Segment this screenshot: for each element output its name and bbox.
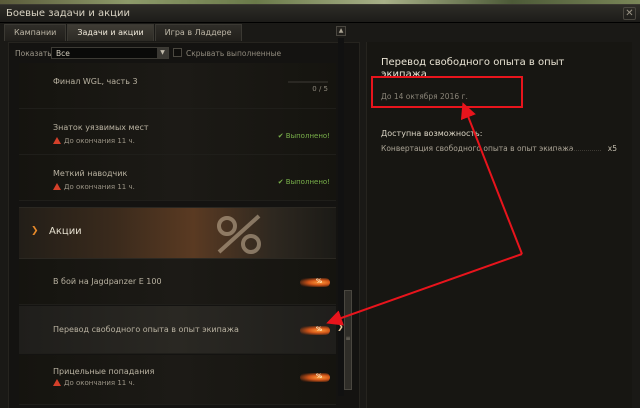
discount-badge: % [300,373,330,382]
title-bar: Боевые задачи и акции ✕ [0,5,640,23]
quest-title: Финал WGL, часть 3 [53,77,138,86]
close-button[interactable]: ✕ [623,7,636,20]
scrollbar-thumb[interactable]: ≡ [344,290,352,390]
tab-quests-actions[interactable]: Задачи и акции [67,24,154,41]
reward-name: Конвертация свободного опыта в опыт экип… [381,144,574,153]
time-remaining: До окончания 11 ч. [53,379,135,387]
filter-dropdown[interactable]: Все ▼ [51,47,169,59]
progress-bar [288,81,328,83]
completed-status: ✔ Выполнено! [277,132,330,140]
discount-badge: % [300,278,330,287]
progress-text: 0 / 5 [312,85,328,93]
scroll-up-button[interactable]: ▲ [336,26,346,36]
reward-multiplier: x5 [607,144,617,153]
quests-window: Боевые задачи и акции ✕ Кампании Задачи … [0,4,640,408]
chevron-down-icon[interactable]: ❯ [31,226,39,236]
grip-icon: ≡ [345,335,351,342]
quest-item-wgl-final[interactable]: Финал WGL, часть 3 0 / 5 [19,63,336,109]
warning-icon [53,379,61,386]
hide-completed-checkbox[interactable] [173,48,182,57]
action-item-free-xp-conversion[interactable]: Перевод свободного опыта в опыт экипажа … [19,306,336,354]
warning-icon [53,183,61,190]
hide-completed-label[interactable]: Скрывать выполненные [186,49,281,58]
selection-arrow-icon: ❯ [337,322,344,331]
percent-emblem-icon [217,214,261,254]
actions-section-header[interactable]: ❯ Акции [19,207,336,259]
quest-item-weak-spots[interactable]: Знаток уязвимых мест До окончания 11 ч. … [19,109,336,155]
action-item-precise-hits[interactable]: Прицельные попадания До окончания 11 ч. … [19,355,336,405]
tab-campaigns[interactable]: Кампании [4,24,67,41]
tab-ladder[interactable]: Игра в Ладдере [154,24,242,41]
action-title: В бой на Jagdpanzer E 100 [53,277,162,286]
annotation-highlight-box [371,76,523,108]
divider [549,150,601,151]
action-item-jagdpanzer[interactable]: В бой на Jagdpanzer E 100 % [19,259,336,305]
section-title: Акции [49,226,82,237]
available-label: Доступна возможность: [381,129,483,138]
filter-selected-value: Все [56,49,70,58]
action-title: Прицельные попадания [53,367,155,376]
time-remaining: До окончания 11 ч. [53,137,135,145]
quest-title: Меткий наводчик [53,169,128,178]
show-label: Показать: [15,49,55,58]
reward-row: Конвертация свободного опыта в опыт экип… [381,144,617,156]
quest-list-panel: Показать: Все ▼ Скрывать выполненные Фин… [8,42,360,408]
discount-badge: % [300,326,330,335]
quest-item-sharpshooter[interactable]: Меткий наводчик До окончания 11 ч. ✔ Вып… [19,155,336,201]
warning-icon [53,137,61,144]
completed-status: ✔ Выполнено! [277,178,330,186]
time-remaining: До окончания 11 ч. [53,183,135,191]
quest-list: Финал WGL, часть 3 0 / 5 Знаток уязвимых… [19,63,336,408]
action-title: Перевод свободного опыта в опыт экипажа [53,325,239,334]
window-title: Боевые задачи и акции [6,8,130,19]
quest-title: Знаток уязвимых мест [53,123,149,132]
tab-bar: Кампании Задачи и акции Игра в Ладдере [4,24,243,41]
filter-bar: Показать: Все ▼ Скрывать выполненные [9,43,361,63]
chevron-down-icon[interactable]: ▼ [157,48,168,58]
